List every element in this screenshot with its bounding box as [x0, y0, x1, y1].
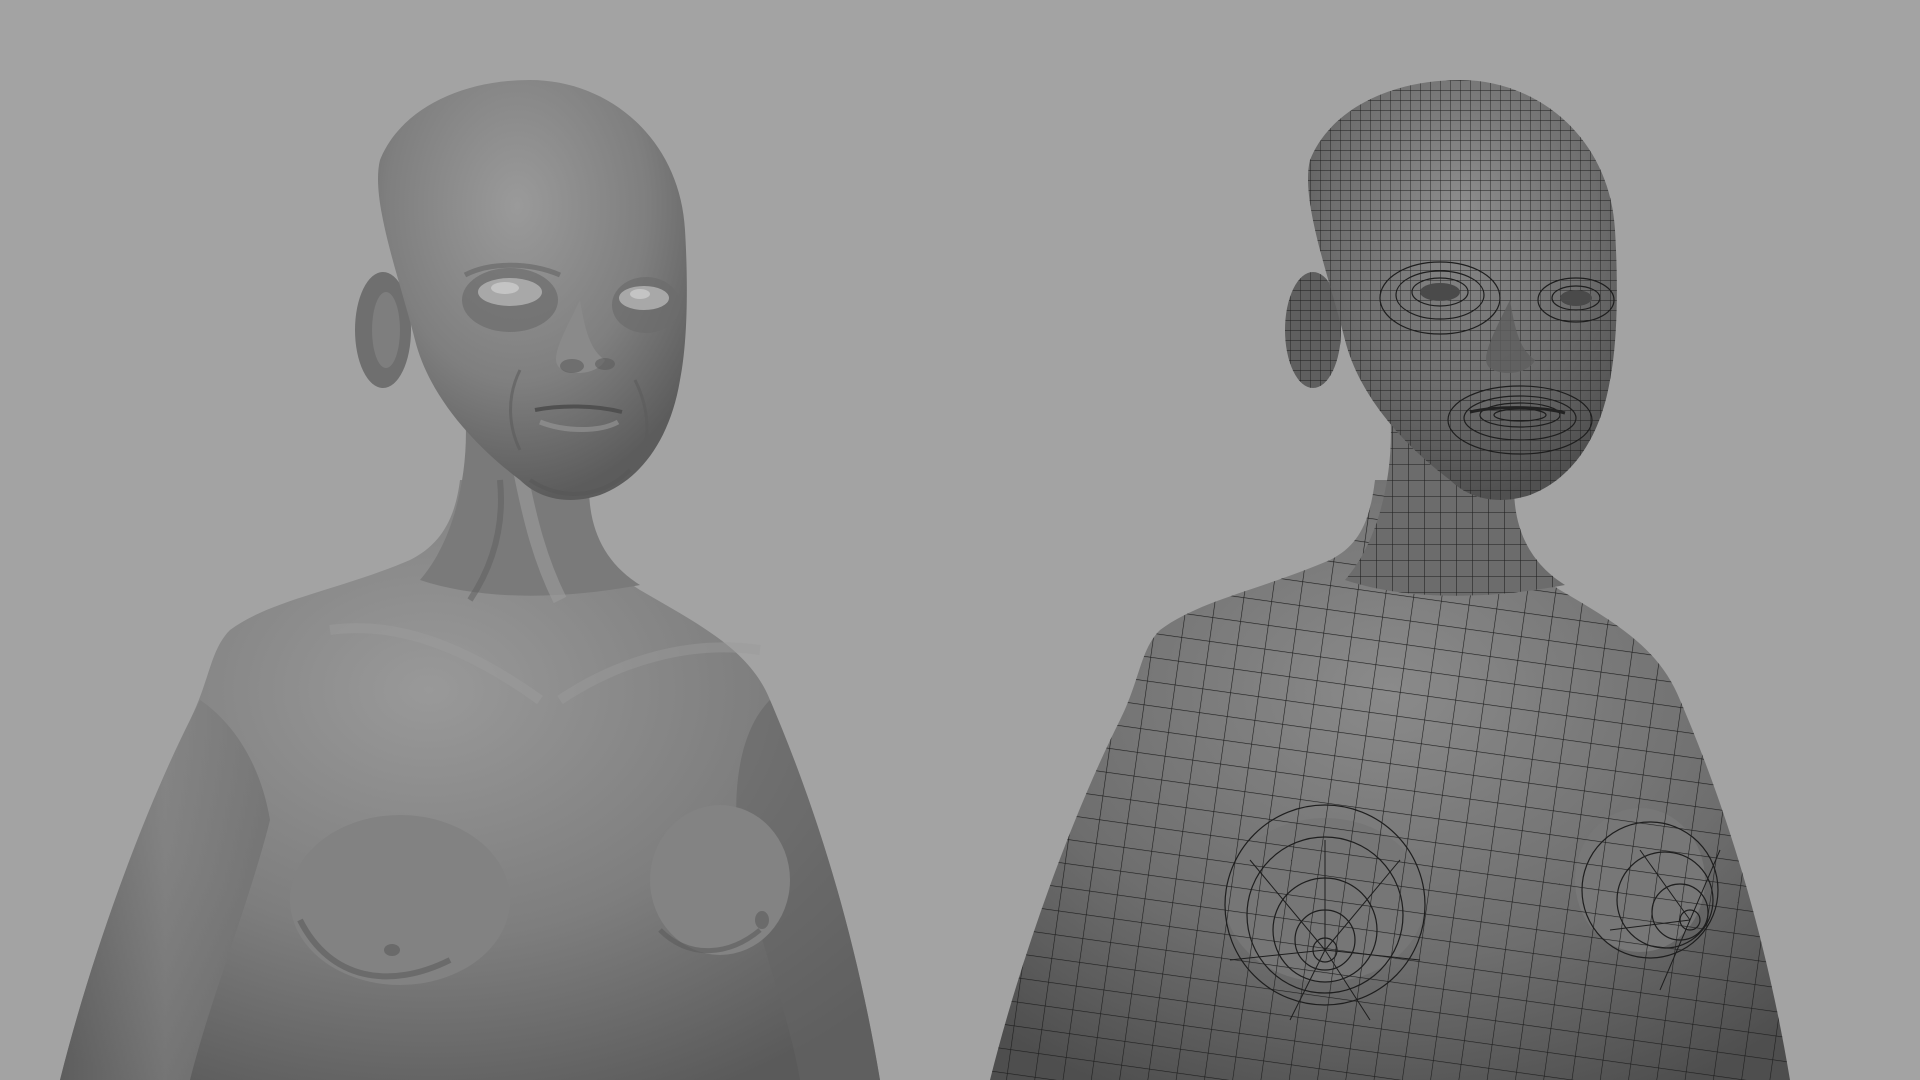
- sculpt-model: [0, 0, 960, 1080]
- retopo-eye-left: [1420, 283, 1460, 301]
- head-wireframe: [1308, 80, 1617, 500]
- retopo-eye-right: [1560, 290, 1592, 306]
- sculpt-render: [60, 80, 880, 1080]
- 3d-viewport[interactable]: [0, 0, 1920, 1080]
- retopology-model: [960, 0, 1920, 1080]
- sculpt-chest-right: [650, 805, 790, 955]
- sculpt-chest-left: [290, 815, 510, 985]
- wireframe-render: [990, 80, 1790, 1080]
